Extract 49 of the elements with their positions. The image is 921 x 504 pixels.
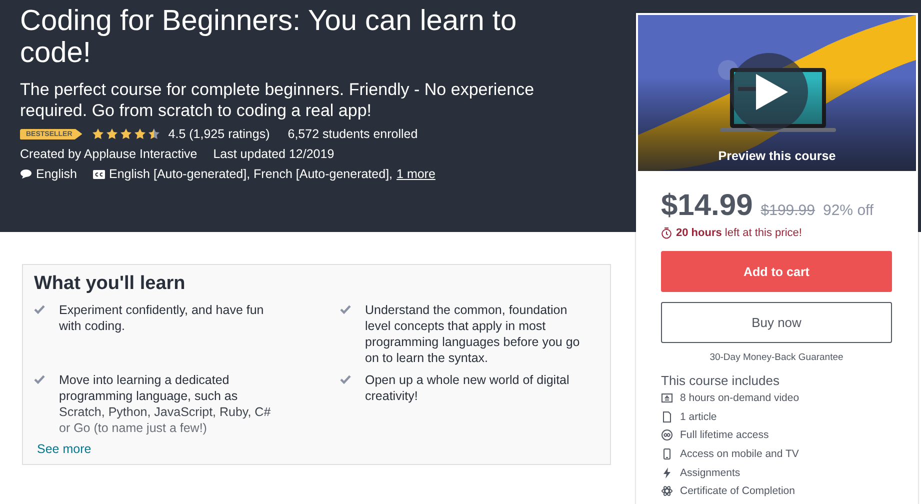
language-text: English bbox=[36, 167, 77, 181]
star-icon bbox=[92, 128, 104, 140]
original-price: $199.99 bbox=[760, 202, 815, 219]
star-icon bbox=[148, 128, 160, 140]
file-icon bbox=[661, 410, 673, 423]
include-item: Access on mobile and TV bbox=[680, 448, 799, 460]
check-icon bbox=[34, 305, 45, 314]
learn-item: Open up a whole new world of digital creativity! bbox=[365, 372, 570, 405]
include-item: 8 hours on-demand video bbox=[680, 392, 800, 404]
learn-item: Move into learning a dedicated programming language, such as Scratch, Python, JavaScript, Ruby, C# or Go (to name just a few!) bbox=[59, 372, 272, 436]
section-title: What you'll learn bbox=[34, 273, 186, 295]
more-link[interactable]: 1 more bbox=[396, 167, 436, 181]
discount-text: 92% off bbox=[823, 202, 874, 219]
see-more-link[interactable]: See more bbox=[34, 442, 92, 456]
rating-text: 4.5 (1,925 ratings) bbox=[168, 127, 270, 141]
add-to-cart-button[interactable]: Add to cart bbox=[661, 251, 892, 292]
check-icon bbox=[340, 375, 351, 384]
course-title: Coding for Beginners: You can learn to code! bbox=[20, 5, 518, 69]
speech-bubble-icon bbox=[20, 169, 32, 179]
infinity-icon bbox=[661, 429, 673, 442]
timer-icon bbox=[661, 227, 672, 239]
lightning-icon bbox=[661, 466, 673, 479]
include-item: Assignments bbox=[680, 466, 740, 479]
course-subtitle: The perfect course for complete beginners. Friendly - No experience required. Go from scratch to coding a real app! bbox=[20, 79, 536, 121]
check-icon bbox=[34, 375, 45, 384]
include-item: Certificate of Completion bbox=[680, 485, 795, 498]
last-updated: Last updated 12/2019 bbox=[213, 147, 334, 161]
students-count: 6,572 students enrolled bbox=[288, 127, 418, 141]
includes-title: This course includes bbox=[661, 373, 780, 388]
include-item: 1 article bbox=[680, 410, 717, 423]
play-icon bbox=[756, 74, 788, 110]
price: $14.99 bbox=[661, 189, 753, 223]
guarantee-text: 30-Day Money-Back Guarantee bbox=[708, 352, 844, 363]
check-icon bbox=[340, 305, 351, 314]
star-icon bbox=[134, 128, 146, 140]
timer-text: 20 hours left at this price! bbox=[676, 227, 802, 239]
include-item: Full lifetime access bbox=[680, 429, 769, 442]
atom-icon bbox=[661, 485, 673, 498]
captions-icon bbox=[93, 170, 105, 178]
preview-label: Preview this course bbox=[717, 149, 837, 163]
video-icon bbox=[661, 392, 673, 404]
buy-now-button[interactable]: Buy now bbox=[661, 302, 892, 343]
creator-text: Created by Applause Interactive bbox=[20, 147, 198, 161]
phone-icon bbox=[661, 448, 673, 460]
star-icon bbox=[120, 128, 132, 140]
captions-text: English [Auto-generated], French [Auto-generated], bbox=[109, 167, 393, 181]
learn-item: Experiment confidently, and have fun with coding. bbox=[59, 302, 265, 335]
learn-item: Understand the common, foundation level concepts that apply in most programming languages before you go on to learn the syntax. bbox=[365, 302, 581, 366]
star-icon bbox=[106, 128, 118, 140]
